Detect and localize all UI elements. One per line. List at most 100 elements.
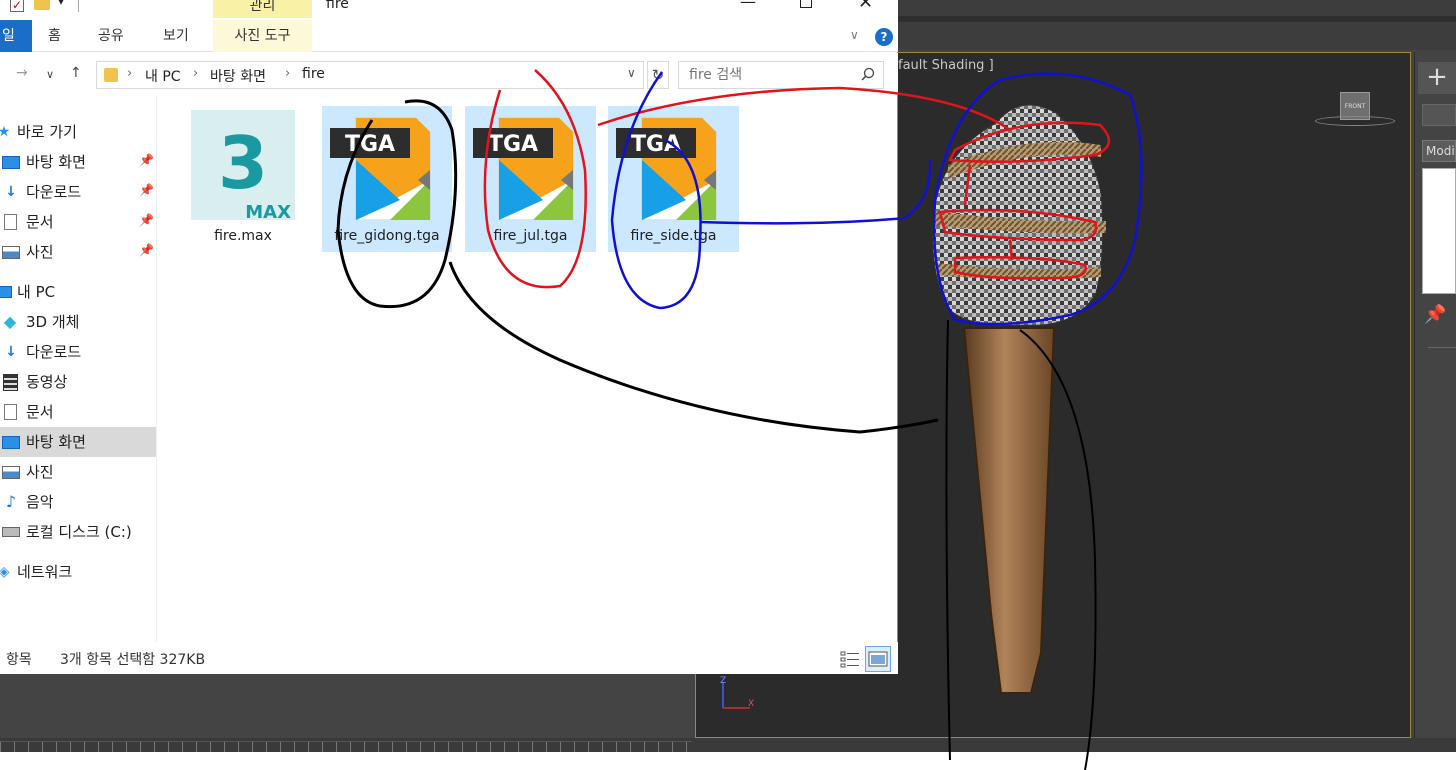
sidebar-item-label: 문서 xyxy=(26,403,54,421)
maximize-button[interactable] xyxy=(800,0,812,8)
image-file-icon: TGA xyxy=(330,117,431,220)
download-icon: ↓ xyxy=(5,184,17,200)
image-file-icon: TGA xyxy=(616,117,717,220)
cube-icon: ◆ xyxy=(3,312,17,331)
sidebar-item-label: 바탕 화면 xyxy=(26,153,86,171)
axis-gizmo: Z X xyxy=(720,676,754,709)
music-icon: ♪ xyxy=(5,492,17,511)
tab-share[interactable]: 공유 xyxy=(98,20,124,52)
large-icons-view-icon[interactable] xyxy=(865,646,891,672)
expand-ribbon-icon[interactable]: ∨ xyxy=(850,28,859,42)
tab-picture-tools[interactable]: 사진 도구 xyxy=(213,20,312,52)
breadcrumb-desktop[interactable]: 바탕 화면 xyxy=(210,66,266,86)
sidebar-item-documents-pinned[interactable]: 문서 📌 xyxy=(0,207,156,237)
navigation-pane: ★ 바로 가기 바탕 화면 📌 ↓ 다운로드 📌 문서 📌 사진 📌 내 PC xyxy=(0,96,157,642)
search-input[interactable] xyxy=(679,62,849,88)
pin-icon[interactable]: 📌 xyxy=(139,183,154,197)
refresh-button[interactable]: ↻ xyxy=(647,61,669,89)
pin-icon[interactable]: 📌 xyxy=(139,153,154,167)
create-tab-button[interactable]: + xyxy=(1418,62,1456,94)
file-name: fire_jul.tga xyxy=(493,228,568,244)
breadcrumb-this-pc[interactable]: 내 PC xyxy=(145,66,181,86)
sidebar-item-label: 문서 xyxy=(26,213,54,231)
object-name-field[interactable] xyxy=(1422,104,1456,126)
file-item[interactable]: TGA fire_side.tga xyxy=(608,106,739,252)
sidebar-item-music[interactable]: ♪ 음악 xyxy=(0,487,156,517)
chevron-right-icon[interactable]: › xyxy=(285,66,290,81)
divider xyxy=(78,0,79,12)
folder-icon[interactable] xyxy=(34,0,50,10)
sidebar-item-label: 사진 xyxy=(26,463,54,481)
title-bar: ✓ ▾ 관리 fire — ✕ xyxy=(0,0,898,22)
file-item[interactable]: TGA fire_gidong.tga xyxy=(322,106,452,252)
sidebar-item-network[interactable]: ◈ 네트워크 xyxy=(0,557,156,587)
forward-arrow-icon[interactable]: → xyxy=(16,65,28,81)
details-view-icon[interactable] xyxy=(840,650,860,668)
document-icon xyxy=(4,214,17,230)
star-icon: ★ xyxy=(0,124,11,140)
quick-access-dropdown-icon[interactable]: ▾ xyxy=(58,0,64,8)
viewcube-ring[interactable] xyxy=(1315,116,1395,126)
file-item[interactable]: TGA fire_jul.tga xyxy=(465,106,596,252)
close-button[interactable]: ✕ xyxy=(858,0,873,13)
sidebar-item-local-disk[interactable]: 로컬 디스크 (C:) xyxy=(0,517,156,547)
minimize-button[interactable]: — xyxy=(740,0,756,11)
file-list[interactable]: 3 MAX fire.max TGA fire_gidong.tga TGA f… xyxy=(158,96,897,642)
tab-view[interactable]: 보기 xyxy=(163,20,189,52)
axis-x-label: X xyxy=(748,699,754,709)
pin-icon[interactable]: 📌 xyxy=(139,243,154,257)
item-count: 항목 xyxy=(6,652,32,668)
folder-icon xyxy=(104,68,118,82)
file-item[interactable]: 3 MAX fire.max xyxy=(184,106,302,252)
chevron-right-icon[interactable]: › xyxy=(193,66,198,81)
sidebar-item-pictures-pinned[interactable]: 사진 📌 xyxy=(0,237,156,267)
recent-locations-icon[interactable]: ∨ xyxy=(46,68,54,81)
drive-icon xyxy=(2,527,20,537)
sidebar-item-label: 음악 xyxy=(26,493,54,511)
chevron-right-icon[interactable]: › xyxy=(127,66,132,81)
modifier-list-dropdown[interactable]: Modif xyxy=(1422,140,1456,162)
panel-divider xyxy=(1428,347,1456,348)
sidebar-item-quick-access[interactable]: ★ 바로 가기 xyxy=(0,117,156,147)
sidebar-item-label: 바탕 화면 xyxy=(26,433,86,451)
pin-icon[interactable]: 📌 xyxy=(139,213,154,227)
contextual-tab-header: 관리 xyxy=(213,0,312,18)
file-type-badge: TGA xyxy=(631,132,681,157)
download-icon: ↓ xyxy=(5,344,17,360)
chevron-down-icon[interactable]: ∨ xyxy=(627,66,636,80)
sidebar-item-desktop[interactable]: 바탕 화면 xyxy=(0,427,156,457)
video-icon xyxy=(3,374,18,391)
tab-file[interactable]: 일 xyxy=(0,20,32,52)
sidebar-item-3d-objects[interactable]: ◆ 3D 개체 xyxy=(0,307,156,337)
sidebar-item-documents[interactable]: 문서 xyxy=(0,397,156,427)
sidebar-item-downloads-pinned[interactable]: ↓ 다운로드 📌 xyxy=(0,177,156,207)
file-name: fire_side.tga xyxy=(630,228,717,244)
breadcrumb-fire[interactable]: fire xyxy=(302,66,325,82)
3ds-max-file-icon: 3 MAX xyxy=(191,110,295,220)
pictures-icon xyxy=(2,246,20,259)
help-button[interactable]: ? xyxy=(875,28,893,46)
properties-check-icon[interactable]: ✓ xyxy=(10,0,24,12)
file-type-badge: MAX xyxy=(245,202,291,220)
search-icon[interactable] xyxy=(861,67,875,81)
image-file-icon: TGA xyxy=(473,117,574,220)
pin-stack-icon[interactable]: 📌 xyxy=(1424,304,1446,325)
viewport-shading-label[interactable]: fault Shading ] xyxy=(898,58,994,73)
sidebar-item-videos[interactable]: 동영상 xyxy=(0,367,156,397)
window-title: fire xyxy=(326,0,349,12)
search-box[interactable] xyxy=(678,61,884,89)
address-bar[interactable]: › 내 PC › 바탕 화면 › fire ∨ xyxy=(96,61,644,89)
sidebar-item-this-pc[interactable]: 내 PC xyxy=(0,277,156,307)
selection-info: 3개 항목 선택함 327KB xyxy=(60,652,206,668)
sidebar-item-pictures[interactable]: 사진 xyxy=(0,457,156,487)
sidebar-item-desktop-pinned[interactable]: 바탕 화면 📌 xyxy=(0,147,156,177)
file-name: fire_gidong.tga xyxy=(334,228,440,244)
desktop-icon xyxy=(2,156,20,169)
desktop-icon xyxy=(2,436,20,449)
bottom-strip xyxy=(0,752,1456,770)
computer-icon xyxy=(0,286,12,298)
modifier-stack[interactable] xyxy=(1422,168,1456,294)
sidebar-item-downloads[interactable]: ↓ 다운로드 xyxy=(0,337,156,367)
up-arrow-icon[interactable]: ↑ xyxy=(70,65,82,81)
tab-home[interactable]: 홈 xyxy=(48,20,61,52)
